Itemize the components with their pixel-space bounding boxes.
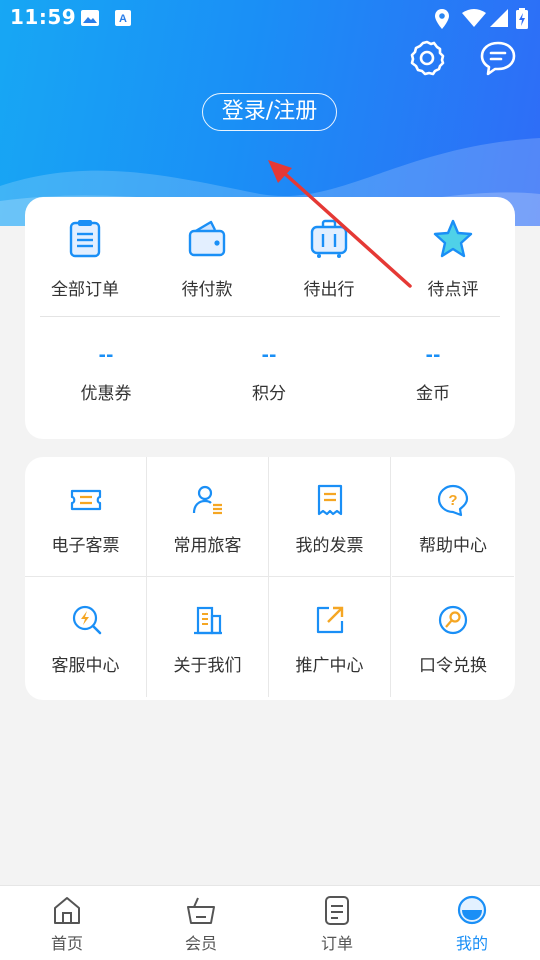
customer-service-icon (72, 605, 101, 635)
points-value: -- (261, 345, 277, 366)
profile-header: 11:59 A 登录/注册 (0, 0, 540, 226)
tab-label: 首页 (50, 934, 83, 953)
order-label: 待付款 (181, 280, 233, 300)
tab-mine[interactable]: 我的 (432, 894, 512, 954)
wallet-icon (188, 220, 226, 257)
pending-review-button[interactable]: 待点评 (393, 217, 513, 300)
gear-icon (410, 40, 445, 76)
building-icon (193, 606, 222, 635)
customer-service-button[interactable]: 客服中心 (25, 577, 147, 697)
messages-button[interactable] (478, 38, 518, 78)
service-label: 常用旅客 (173, 536, 242, 556)
help-center-button[interactable]: ? 帮助中心 (392, 457, 514, 577)
coins-stat[interactable]: -- 金币 (373, 345, 493, 404)
profile-face-icon (457, 895, 487, 925)
status-time: 11:59 (10, 5, 77, 29)
svg-text:A: A (119, 13, 127, 25)
tab-label: 我的 (455, 934, 488, 953)
promotion-center-button[interactable]: 推广中心 (269, 577, 391, 697)
divider (40, 316, 500, 317)
location-icon (435, 9, 449, 29)
chat-bubble-icon (480, 41, 516, 76)
clipboard-icon (69, 220, 101, 258)
order-label: 全部订单 (51, 280, 119, 300)
order-label: 待点评 (427, 280, 479, 300)
login-register-button[interactable]: 登录/注册 (202, 93, 337, 131)
image-notification-icon (81, 10, 99, 26)
order-label: 待出行 (303, 280, 355, 300)
tab-home[interactable]: 首页 (27, 894, 107, 954)
coupons-stat[interactable]: -- 优惠券 (46, 345, 166, 404)
svg-text:?: ? (448, 492, 457, 509)
all-orders-button[interactable]: 全部订单 (25, 217, 145, 300)
coupons-value: -- (98, 345, 114, 366)
service-label: 口令兑换 (419, 656, 487, 676)
tab-label: 订单 (320, 934, 353, 953)
code-redeem-button[interactable]: 口令兑换 (392, 577, 514, 697)
orders-card: 全部订单 待付款 待出行 待点评 -- 优惠券 -- 积分 -- 金币 (25, 197, 515, 439)
about-us-button[interactable]: 关于我们 (147, 577, 269, 697)
coins-label: 金币 (416, 384, 450, 404)
home-icon (54, 897, 80, 924)
bottom-tab-bar: 首页 会员 订单 我的 (0, 885, 540, 960)
status-bar: 11:59 A (0, 0, 540, 36)
app-notification-icon: A (115, 10, 131, 26)
service-label: 客服中心 (51, 656, 120, 676)
my-invoices-button[interactable]: 我的发票 (269, 457, 391, 577)
settings-button[interactable] (407, 38, 447, 78)
signal-icon (490, 9, 508, 27)
tab-orders[interactable]: 订单 (297, 894, 377, 954)
help-icon: ? (437, 484, 469, 517)
coupons-label: 优惠券 (80, 384, 132, 404)
key-icon (438, 605, 468, 635)
points-stat[interactable]: -- 积分 (209, 345, 329, 404)
pending-travel-button[interactable]: 待出行 (269, 217, 389, 300)
e-ticket-button[interactable]: 电子客票 (25, 457, 147, 577)
service-label: 帮助中心 (419, 536, 487, 556)
pending-payment-button[interactable]: 待付款 (147, 217, 267, 300)
order-list-icon (325, 896, 349, 925)
star-icon (433, 219, 473, 258)
wifi-icon (462, 9, 486, 27)
ticket-icon (70, 489, 101, 511)
suitcase-icon (310, 219, 348, 258)
receipt-icon (317, 484, 342, 516)
service-label: 关于我们 (173, 656, 242, 676)
frequent-travelers-button[interactable]: 常用旅客 (147, 457, 269, 577)
battery-icon (516, 8, 528, 29)
service-label: 电子客票 (51, 536, 120, 556)
coins-value: -- (425, 345, 441, 366)
share-out-icon (316, 606, 343, 634)
points-label: 积分 (252, 384, 286, 404)
basket-icon (187, 897, 215, 924)
service-label: 我的发票 (295, 536, 364, 556)
tab-label: 会员 (184, 934, 217, 953)
services-card: 电子客票 常用旅客 我的发票 ? 帮助中心 客服中心 关于我们 推广中心 口令兑… (25, 457, 515, 700)
user-list-icon (192, 485, 222, 515)
tab-member[interactable]: 会员 (161, 894, 241, 954)
service-label: 推广中心 (295, 656, 364, 676)
